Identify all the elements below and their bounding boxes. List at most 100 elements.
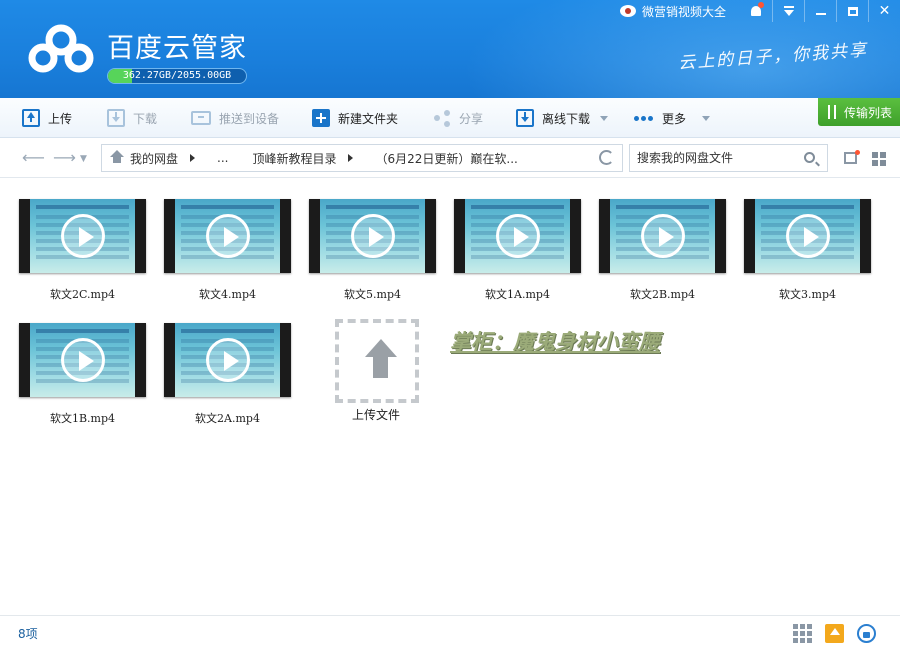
upload-file-tile[interactable]: 上传文件 (333, 319, 419, 427)
more-icon (634, 109, 654, 127)
offline-download-icon (516, 109, 534, 127)
home-icon[interactable] (110, 150, 124, 164)
minimize-button[interactable] (804, 0, 836, 22)
share-button[interactable]: 分享 (433, 98, 483, 138)
window-controls: 微营销视频大全 ✕ (619, 0, 900, 22)
download-icon (107, 109, 125, 127)
maximize-icon (847, 6, 858, 16)
play-icon[interactable] (61, 338, 105, 382)
video-thumbnail[interactable] (164, 323, 291, 397)
play-icon[interactable] (641, 214, 685, 258)
breadcrumb-separator-icon (348, 154, 354, 162)
promo-link[interactable]: 微营销视频大全 (619, 3, 726, 20)
title-bar: 百度云管家 362.27GB/2055.00GB 云上的日子，你我共享 微营销视… (0, 0, 900, 98)
file-tile[interactable]: 软文1B.mp4 (19, 323, 164, 433)
grid-view-icon[interactable] (872, 152, 886, 166)
breadcrumb-item-ellipsis[interactable]: ... (217, 151, 228, 165)
quota-text: 362.27GB/2055.00GB (122, 70, 232, 81)
video-thumbnail[interactable] (454, 199, 581, 273)
file-tile[interactable]: 软文2B.mp4 (599, 199, 744, 309)
video-thumbnail[interactable] (19, 323, 146, 397)
forward-arrow-icon[interactable]: ⟶ (53, 148, 76, 167)
push-to-device-button[interactable]: 推送到设备 (191, 98, 279, 138)
share-icon (433, 109, 451, 127)
offline-label: 离线下载 (542, 111, 591, 126)
download-button[interactable]: 下载 (107, 98, 157, 138)
offline-download-button[interactable]: 离线下载 (516, 98, 609, 138)
refresh-icon[interactable] (599, 150, 614, 165)
transfer-icon (826, 105, 838, 119)
video-thumbnail[interactable] (744, 199, 871, 273)
close-icon: ✕ (878, 3, 891, 19)
breadcrumb-item-current[interactable]: （6月22日更新）巅在软... (375, 150, 517, 167)
item-count: 8项 (18, 627, 38, 641)
file-tile[interactable]: 软文4.mp4 (164, 199, 309, 309)
transfer-list-button[interactable]: 传输列表 (818, 98, 900, 126)
new-folder-label: 新建文件夹 (338, 111, 399, 126)
video-thumbnail[interactable] (599, 199, 726, 273)
menu-button[interactable] (772, 0, 804, 22)
app-title: 百度云管家 (107, 33, 247, 64)
minimize-icon (815, 13, 826, 15)
breadcrumb-item-home[interactable]: 我的网盘 (130, 150, 178, 167)
file-tile[interactable]: 软文5.mp4 (309, 199, 454, 309)
new-folder-button[interactable]: 新建文件夹 (312, 98, 398, 138)
upload-file-label: 上传文件 (351, 408, 400, 422)
watermark-text: 掌柜：魔鬼身材小蛮腰 (450, 329, 660, 354)
breadcrumb-item-course-dir[interactable]: 顶峰新教程目录 (252, 150, 336, 167)
safe-box-icon[interactable] (857, 624, 876, 643)
search-input[interactable] (630, 145, 790, 171)
search-box (629, 144, 828, 172)
breadcrumb-separator-icon (190, 154, 196, 162)
play-icon[interactable] (496, 214, 540, 258)
list-view-badge (855, 150, 860, 155)
new-folder-icon (312, 109, 330, 127)
file-name[interactable]: 软文4.mp4 (164, 286, 291, 302)
video-thumbnail[interactable] (19, 199, 146, 273)
notification-dot (758, 2, 764, 8)
promo-label: 微营销视频大全 (641, 4, 726, 19)
history-dropdown-icon[interactable]: ▼ (80, 154, 87, 164)
close-button[interactable]: ✕ (868, 0, 900, 22)
file-tile[interactable]: 软文1A.mp4 (454, 199, 599, 309)
transfer-label: 传输列表 (843, 105, 892, 120)
file-name[interactable]: 软文5.mp4 (309, 286, 436, 302)
quota-bar: 362.27GB/2055.00GB (107, 68, 247, 84)
breadcrumb: 我的网盘 ... 顶峰新教程目录 （6月22日更新）巅在软... (101, 144, 623, 172)
menu-dropdown-icon (783, 6, 794, 16)
play-icon[interactable] (206, 338, 250, 382)
upload-dropzone[interactable] (335, 319, 419, 403)
file-name[interactable]: 软文1B.mp4 (19, 410, 146, 426)
file-name[interactable]: 软文2C.mp4 (19, 286, 146, 302)
search-icon[interactable] (804, 152, 815, 163)
address-bar: ⟵ ⟶ ▼ 我的网盘 ... 顶峰新教程目录 （6月22日更新）巅在软... (0, 138, 900, 178)
device-icon (191, 111, 211, 125)
eye-icon (619, 5, 636, 17)
play-icon[interactable] (61, 214, 105, 258)
file-name[interactable]: 软文2B.mp4 (599, 286, 726, 302)
upload-status-icon[interactable] (825, 624, 844, 643)
upload-button[interactable]: 上传 (22, 98, 72, 138)
back-arrow-icon[interactable]: ⟵ (22, 148, 45, 167)
video-thumbnail[interactable] (309, 199, 436, 273)
push-label: 推送到设备 (219, 111, 280, 126)
play-icon[interactable] (786, 214, 830, 258)
maximize-button[interactable] (836, 0, 868, 22)
file-tile[interactable]: 软文3.mp4 (744, 199, 889, 309)
file-name[interactable]: 软文3.mp4 (744, 286, 871, 302)
notification-button[interactable] (740, 0, 772, 22)
upload-icon (22, 109, 40, 127)
upload-arrow-icon (365, 339, 397, 357)
file-name[interactable]: 软文2A.mp4 (164, 410, 291, 426)
upload-label: 上传 (48, 111, 73, 126)
file-tile[interactable]: 软文2C.mp4 (19, 199, 164, 309)
file-tile[interactable]: 软文2A.mp4 (164, 323, 309, 433)
upload-arrow-stem (373, 356, 388, 378)
apps-grid-icon[interactable] (793, 624, 812, 643)
more-button[interactable]: 更多 (634, 98, 711, 138)
status-bar: 8项 (0, 615, 900, 650)
play-icon[interactable] (206, 214, 250, 258)
file-name[interactable]: 软文1A.mp4 (454, 286, 581, 302)
video-thumbnail[interactable] (164, 199, 291, 273)
play-icon[interactable] (351, 214, 395, 258)
